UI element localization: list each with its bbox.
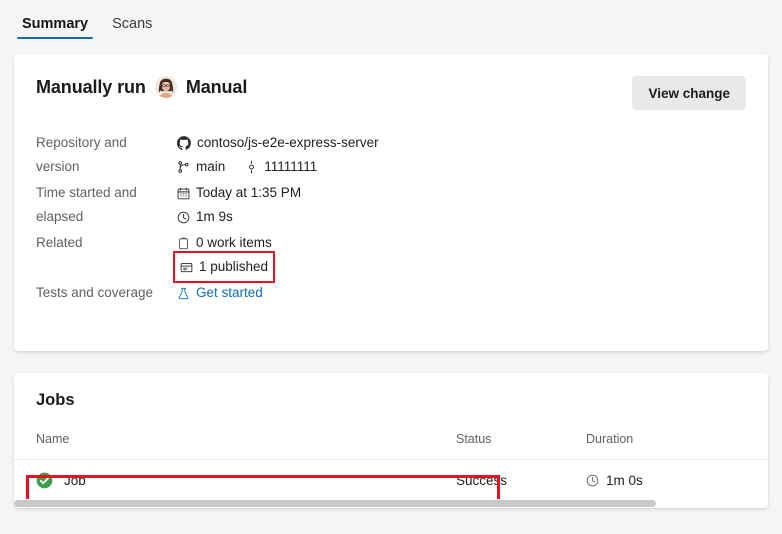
column-header-name: Name	[36, 431, 70, 446]
clock-icon	[586, 474, 599, 487]
tab-summary[interactable]: Summary	[12, 12, 98, 42]
detail-label-time: Time started and elapsed	[36, 185, 137, 224]
flask-icon	[177, 287, 190, 300]
detail-values-time: Today at 1:35 PM 1m 9s	[177, 179, 746, 229]
published-value: 1 published	[199, 259, 269, 274]
commit-group[interactable]: 11111111	[245, 155, 317, 179]
column-header-status: Status	[456, 431, 492, 446]
work-items-value: 0 work items	[196, 235, 272, 250]
commit-sha: 11111111	[264, 159, 318, 174]
jobs-table: Name Status Duration Job Success 1m 0s	[14, 418, 768, 500]
trigger-label: Manual	[185, 76, 248, 97]
column-header-duration: Duration	[586, 431, 634, 446]
published-line: 1 published	[172, 251, 746, 283]
published-highlight[interactable]: 1 published	[172, 251, 276, 283]
calendar-icon	[177, 187, 190, 200]
tests-line: Get started	[177, 281, 746, 305]
clock-icon	[177, 211, 190, 224]
time-started-line: Today at 1:35 PM	[177, 181, 746, 205]
success-check-icon	[36, 472, 53, 489]
summary-header: Manually run Manual View change	[36, 76, 746, 110]
elapsed-value: 1m 9s	[196, 209, 233, 224]
jobs-scrollbar-thumb[interactable]	[14, 500, 656, 507]
jobs-horizontal-scrollbar[interactable]	[14, 499, 768, 508]
work-items-line[interactable]: 0 work items	[177, 231, 746, 255]
tests-get-started-link[interactable]: Get started	[196, 281, 263, 305]
version-line: main 11111111	[177, 155, 746, 179]
summary-details: Repository and version contoso/js-e2e-ex…	[36, 129, 746, 305]
jobs-title: Jobs	[36, 391, 75, 409]
jobs-table-header: Name Status Duration	[14, 418, 768, 460]
detail-label-tests: Tests and coverage	[36, 285, 154, 300]
job-name: Job	[64, 472, 86, 488]
table-row[interactable]: Job Success 1m 0s	[14, 460, 768, 500]
tab-scans[interactable]: Scans	[102, 12, 162, 42]
github-icon	[177, 136, 191, 150]
detail-values-repository: contoso/js-e2e-express-server main 11111…	[177, 129, 746, 179]
tab-summary-label: Summary	[22, 16, 89, 32]
published-icon	[180, 261, 193, 274]
detail-values-tests: Get started	[177, 279, 746, 305]
detail-label-related: Related	[36, 235, 83, 250]
tab-scans-label: Scans	[112, 16, 153, 32]
detail-values-related: 0 work items 1 published	[172, 229, 746, 283]
job-duration: 1m 0s	[606, 472, 643, 488]
view-change-button[interactable]: View change	[632, 76, 746, 110]
branch-icon	[177, 160, 190, 174]
summary-card: Manually run Manual View change Reposito…	[14, 54, 768, 351]
jobs-card: Jobs Name Status Duration Job Success 1m…	[14, 373, 768, 508]
time-started-value: Today at 1:35 PM	[196, 185, 302, 200]
detail-label-repository: Repository and version	[36, 135, 127, 174]
elapsed-line: 1m 9s	[177, 205, 746, 229]
branch-group[interactable]: main	[177, 155, 225, 179]
job-duration-cell: 1m 0s	[586, 473, 746, 488]
job-status: Success	[456, 472, 508, 488]
user-avatar[interactable]	[154, 76, 177, 98]
repository-name: contoso/js-e2e-express-server	[197, 135, 379, 150]
repository-line[interactable]: contoso/js-e2e-express-server	[177, 131, 746, 155]
job-name-cell: Job	[36, 472, 456, 489]
work-items-icon	[177, 237, 190, 250]
commit-icon	[245, 160, 258, 174]
run-title: Manually run Manual	[36, 76, 247, 98]
run-title-text: Manually run	[36, 76, 146, 97]
tab-bar: Summary Scans	[0, 0, 782, 42]
branch-name: main	[196, 159, 226, 174]
